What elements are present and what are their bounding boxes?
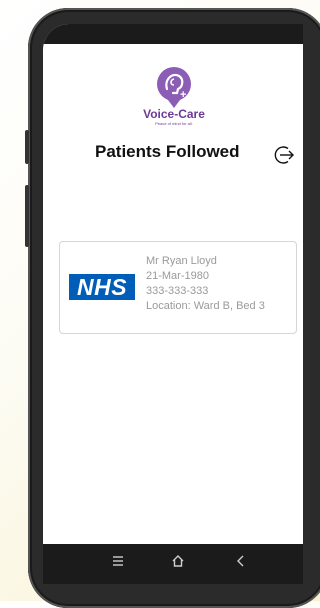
patient-id: 333-333-333 [146, 285, 209, 297]
recents-button[interactable] [108, 554, 128, 574]
back-icon [237, 555, 244, 567]
nhs-logo: NHS [69, 274, 135, 300]
patient-location: Location: Ward B, Bed 3 [146, 300, 265, 312]
status-bar [43, 24, 303, 44]
logout-icon [274, 146, 294, 164]
patient-dob: 21-Mar-1980 [146, 270, 209, 282]
patient-details: Mr Ryan Lloyd 21-Mar-1980 333-333-333 Lo… [146, 254, 265, 314]
patient-card[interactable]: NHS Mr Ryan Lloyd 21-Mar-1980 333-333-33… [59, 241, 297, 334]
app-screen: + Voice-Care Peace of mind for all. Pati… [43, 24, 303, 584]
home-icon [172, 555, 184, 567]
volume-down-button [25, 185, 29, 247]
brand-tagline: Peace of mind for all. [155, 121, 193, 126]
home-button[interactable] [168, 554, 188, 574]
patient-name: Mr Ryan Lloyd [146, 255, 217, 267]
brand-name: Voice-Care [143, 107, 205, 121]
recents-icon [113, 556, 123, 566]
logo-icon: + [157, 67, 191, 108]
system-nav-bar [43, 544, 303, 584]
voice-care-logo: + [146, 62, 202, 110]
page-title: Patients Followed [95, 142, 240, 161]
logout-button[interactable] [274, 144, 296, 166]
svg-text:+: + [180, 89, 186, 101]
volume-up-button [25, 130, 29, 164]
back-button[interactable] [231, 554, 251, 574]
